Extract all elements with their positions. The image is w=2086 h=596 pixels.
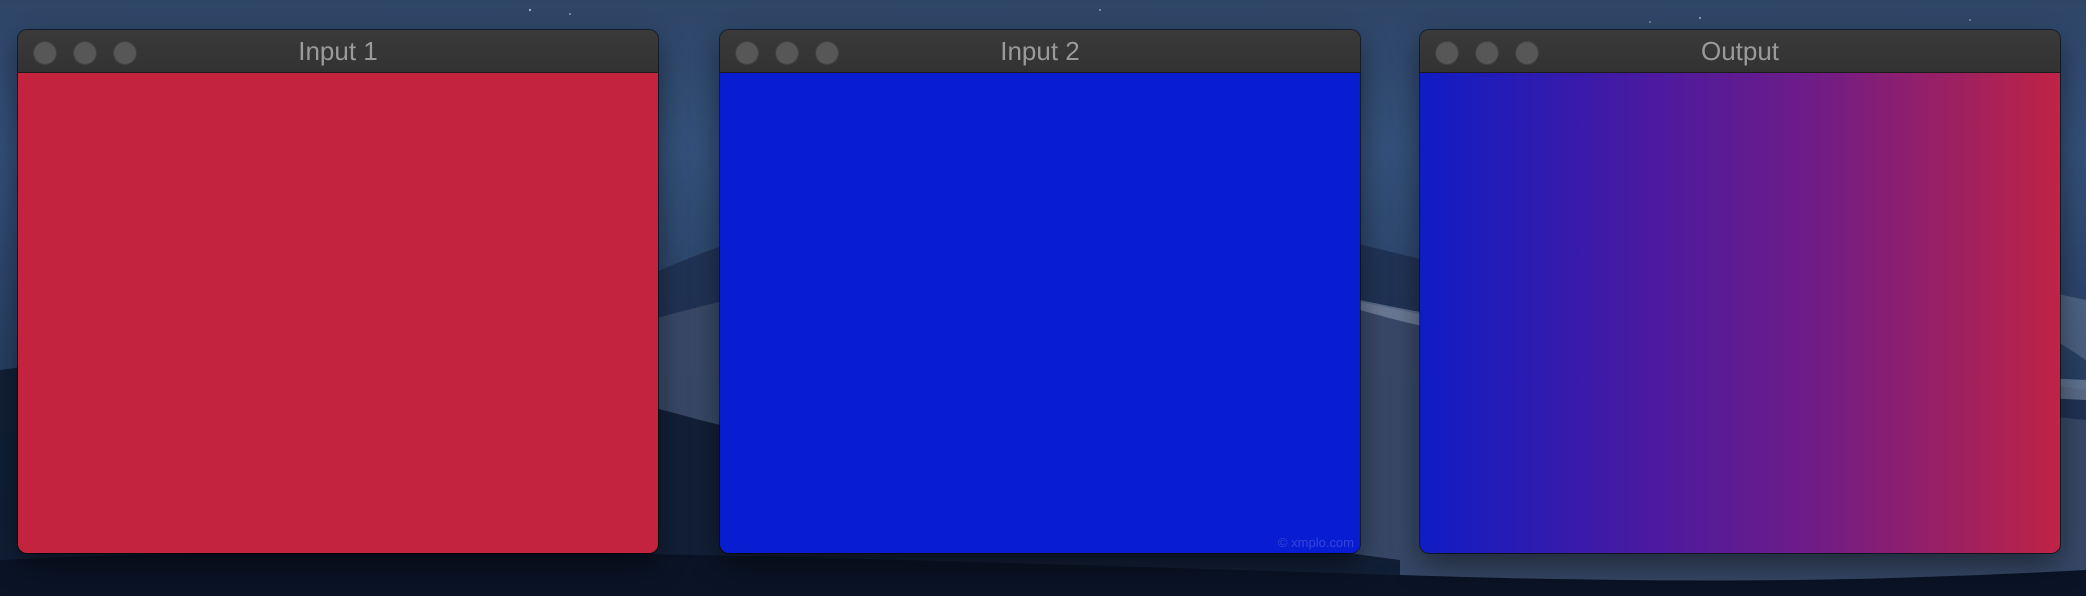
window-title: Input 2 xyxy=(1000,36,1080,66)
titlebar[interactable]: Input 2 xyxy=(720,30,1360,73)
image-canvas xyxy=(1420,73,2060,553)
image-canvas: © xmplo.com xyxy=(720,73,1360,553)
window-input-2[interactable]: Input 2 © xmplo.com xyxy=(720,30,1360,553)
window-input-1[interactable]: Input 1 xyxy=(18,30,658,553)
titlebar[interactable]: Input 1 xyxy=(18,30,658,73)
watermark-text: © xmplo.com xyxy=(1277,535,1354,550)
window-output[interactable]: Output xyxy=(1420,30,2060,553)
image-canvas xyxy=(18,73,658,553)
titlebar[interactable]: Output xyxy=(1420,30,2060,73)
window-title: Output xyxy=(1700,36,1780,66)
window-title: Input 1 xyxy=(298,36,378,66)
